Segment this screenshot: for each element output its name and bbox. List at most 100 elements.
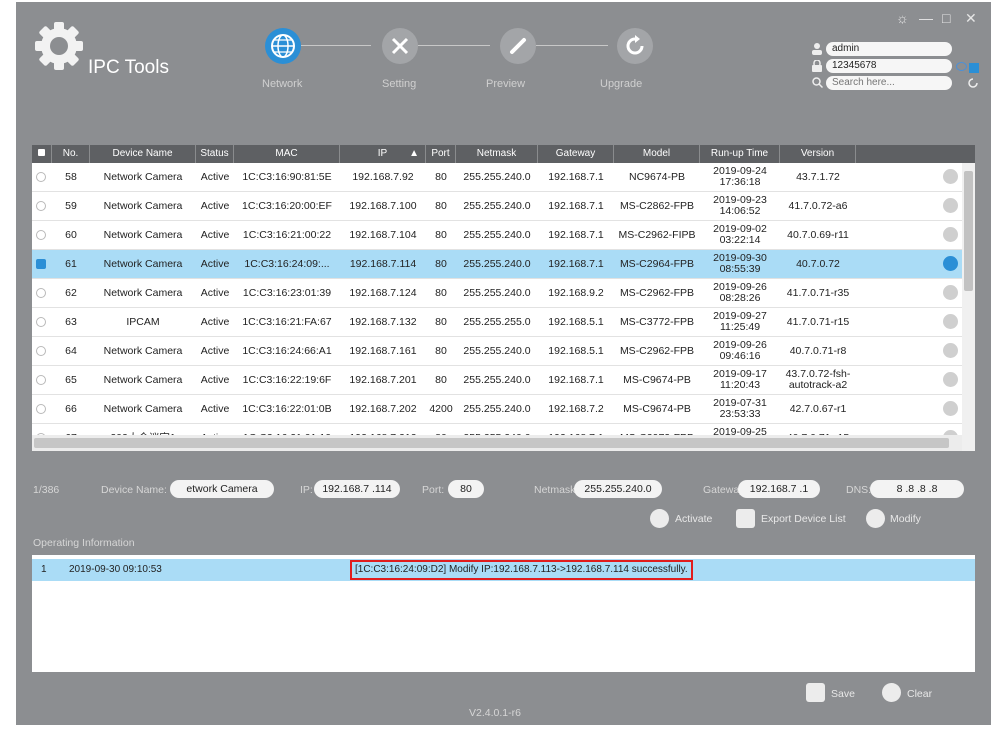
username-field[interactable]: admin [826,42,952,56]
header-no[interactable]: No. [52,145,90,163]
row-select-radio[interactable] [36,346,46,356]
header-version[interactable]: Version [780,145,856,163]
header-runup-time[interactable]: Run-up Time [700,145,780,163]
table-row[interactable]: 60 Network Camera Active 1C:C3:16:21:00:22 1… [32,221,962,250]
row-web-button[interactable] [943,256,958,271]
export-icon[interactable] [736,509,755,528]
row-web-button[interactable] [943,401,958,416]
refresh-search-icon[interactable] [967,77,979,89]
search-input[interactable] [826,76,952,90]
table-row[interactable]: 58 Network Camera Active 1C:C3:16:90:81:5E 1… [32,163,962,192]
cell-port: 80 [435,258,447,270]
header-netmask[interactable]: Netmask [456,145,538,163]
lock-icon [812,60,822,72]
header-select-all[interactable] [32,145,52,163]
activate-button[interactable]: Activate [675,513,712,525]
setting-step-button[interactable] [382,28,418,64]
table-row[interactable]: 59 Network Camera Active 1C:C3:16:20:00:EF 1… [32,192,962,221]
row-select-radio[interactable] [36,375,46,385]
table-row[interactable]: 66 Network Camera Active 1C:C3:16:22:01:0B 1… [32,395,962,424]
activate-icon[interactable] [650,509,669,528]
header-status[interactable]: Status [196,145,234,163]
port-label: Port: [422,484,445,496]
cell-runup-time: 2019-09-27 11:25:49 [700,308,780,337]
show-password-eye-icon[interactable] [956,62,967,71]
preview-step-button[interactable] [500,28,536,64]
cell-status: Active [200,316,230,328]
cell-status: Active [200,171,230,183]
cell-runup-time: 2019-09-24 17:36:18 [700,163,780,192]
close-button[interactable]: ✕ [965,10,977,27]
upgrade-step-button[interactable] [617,28,653,64]
header-model[interactable]: Model [614,145,700,163]
select-all-checkbox[interactable] [38,149,45,156]
gateway-input[interactable]: 192.168.7 .1 [738,480,820,498]
row-select-radio[interactable] [36,230,46,240]
cell-netmask: 255.255.240.0 [463,287,531,299]
cell-mac: 1C:C3:16:24:66:A1 [242,345,332,357]
gear-logo-icon [35,22,83,70]
refresh-icon [626,35,644,55]
table-row[interactable]: 63 IPCAM Active 1C:C3:16:21:FA:67 192.168.7.… [32,308,962,337]
ip-input[interactable]: 192.168.7 .114 [314,480,400,498]
modify-icon[interactable] [866,509,885,528]
settings-gear-icon[interactable]: ☼ [896,10,909,26]
header-port[interactable]: Port [426,145,456,163]
vertical-scrollbar-thumb[interactable] [964,171,973,291]
row-web-button[interactable] [943,372,958,387]
cell-runup-time: 2019-09-26 08:28:26 [700,279,780,308]
cell-gateway: 192.168.9.2 [548,287,604,299]
export-device-list-button[interactable]: Export Device List [761,513,846,525]
device-name-input[interactable]: etwork Camera [170,480,274,498]
save-button[interactable]: Save [831,688,855,700]
table-row[interactable]: 64 Network Camera Active 1C:C3:16:24:66:A1 1… [32,337,962,366]
save-icon[interactable] [806,683,825,702]
header-device-name[interactable]: Device Name [90,145,196,163]
cell-netmask: 255.255.240.0 [463,200,531,212]
row-web-button[interactable] [943,343,958,358]
header-mac[interactable]: MAC [234,145,340,163]
row-web-button[interactable] [943,227,958,242]
cell-model: MS-C2962-FIPB [618,229,696,241]
clear-button[interactable]: Clear [907,688,932,700]
cell-netmask: 255.255.240.0 [463,403,531,415]
row-select-radio[interactable] [36,172,46,182]
maximize-button[interactable]: □ [942,10,950,26]
horizontal-scrollbar[interactable] [32,435,962,451]
device-count: 1/386 [33,484,60,496]
cell-no: 58 [65,171,77,183]
row-web-button[interactable] [943,169,958,184]
cell-runup-time: 2019-09-30 08:55:39 [700,250,780,279]
row-select-radio[interactable] [36,288,46,298]
port-input[interactable]: 80 [448,480,484,498]
cell-model: MS-C2964-FPB [619,258,695,270]
password-field[interactable]: 12345678 [826,59,952,73]
network-step-button[interactable] [265,28,301,64]
dns-input[interactable]: 8 .8 .8 .8 [870,480,964,498]
row-web-button[interactable] [943,285,958,300]
row-select-radio[interactable] [36,317,46,327]
clear-icon[interactable] [882,683,901,702]
log-row[interactable]: 1 2019-09-30 09:10:53 [1C:C3:16:24:09:D2… [32,559,975,581]
cell-name: Network Camera [103,200,183,212]
row-web-button[interactable] [943,314,958,329]
header-ip[interactable]: IP ▲ [340,145,426,163]
row-web-button[interactable] [943,198,958,213]
minimize-button[interactable]: — [919,10,933,26]
row-select-radio[interactable] [36,404,46,414]
horizontal-scrollbar-thumb[interactable] [34,438,949,448]
cell-gateway: 192.168.7.1 [548,229,604,241]
header-gateway[interactable]: Gateway [538,145,614,163]
table-row[interactable]: 61 Network Camera Active 1C:C3:16:24:09:...… [32,250,962,279]
runup-clock: 23:53:33 [719,408,761,420]
table-row[interactable]: 62 Network Camera Active 1C:C3:16:23:01:39 1… [32,279,962,308]
row-select-radio[interactable] [36,259,46,269]
version-line: 40.7.0.71-r8 [789,345,847,357]
table-row[interactable]: 65 Network Camera Active 1C:C3:16:22:19:6F 1… [32,366,962,395]
netmask-input[interactable]: 255.255.240.0 [574,480,662,498]
row-select-radio[interactable] [36,201,46,211]
vertical-scrollbar[interactable] [962,163,975,451]
remember-password-checkbox[interactable] [969,63,979,73]
cell-port: 80 [435,171,447,183]
modify-button[interactable]: Modify [890,513,921,525]
